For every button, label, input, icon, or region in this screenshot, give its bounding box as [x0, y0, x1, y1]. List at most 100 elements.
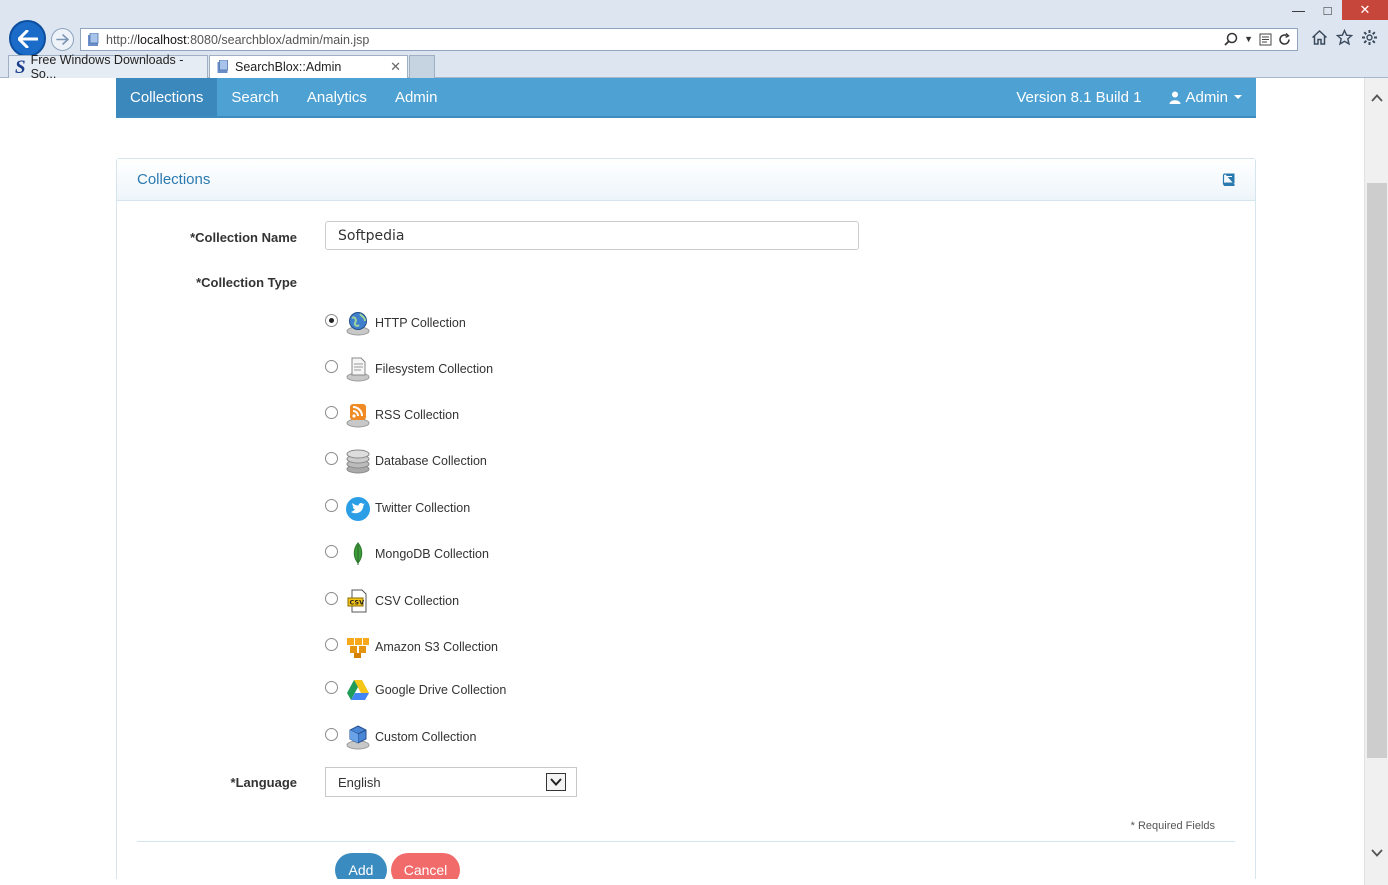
radio-button[interactable] — [325, 637, 338, 651]
collection-name-label: *Collection Name — [190, 230, 297, 245]
caret-down-icon — [1234, 95, 1242, 99]
mongodb-leaf-icon — [345, 541, 371, 567]
minimize-button[interactable]: — — [1284, 0, 1313, 20]
url-prefix: http:// — [106, 32, 138, 47]
radio-button[interactable] — [325, 727, 338, 741]
collection-type-label-text: Google Drive Collection — [375, 683, 507, 697]
new-tab-button[interactable] — [409, 55, 435, 78]
required-fields-note: * Required Fields — [1130, 820, 1215, 832]
radio-button[interactable] — [325, 591, 338, 605]
arrow-left-icon — [17, 29, 38, 48]
browser-tabs: S Free Windows Downloads - So... SearchB… — [8, 53, 436, 81]
radio-button[interactable] — [325, 680, 338, 694]
collection-type-label-text: RSS Collection — [375, 408, 460, 422]
book-icon[interactable] — [1222, 173, 1235, 186]
window-controls: — □ ✕ — [1284, 0, 1388, 22]
nav-search[interactable]: Search — [217, 78, 293, 116]
collection-type-label-text: Twitter Collection — [375, 501, 471, 515]
divider — [137, 841, 1235, 842]
collection-type-label-text: Custom Collection — [375, 730, 477, 744]
chevron-down-icon[interactable] — [546, 773, 566, 791]
close-window-button[interactable]: ✕ — [1342, 0, 1388, 20]
collection-type-label-text: CSV Collection — [375, 594, 460, 608]
user-menu[interactable]: Admin — [1155, 89, 1256, 106]
radio-twitter-collection[interactable]: Twitter Collection — [325, 495, 470, 521]
close-tab-icon[interactable]: ✕ — [390, 59, 401, 75]
collection-type-label-text: Filesystem Collection — [375, 362, 494, 376]
user-icon — [1169, 91, 1181, 104]
scroll-down-arrow-icon[interactable] — [1365, 843, 1388, 863]
compatibility-view-icon[interactable] — [1259, 33, 1272, 46]
browser-chrome: — □ ✕ http://localhost:8080/searchblox/a… — [0, 0, 1388, 81]
language-label: *Language — [230, 775, 297, 790]
page-icon — [217, 60, 228, 73]
nav-analytics[interactable]: Analytics — [293, 78, 381, 116]
radio-button[interactable] — [325, 451, 338, 465]
collection-name-input[interactable]: Softpedia — [325, 221, 859, 250]
radio-rss-collection[interactable]: RSS Collection — [325, 402, 459, 428]
gear-icon[interactable] — [1361, 29, 1378, 46]
arrow-right-icon — [56, 34, 69, 45]
maximize-button[interactable]: □ — [1313, 0, 1342, 20]
back-button[interactable] — [9, 20, 46, 57]
version-text: Version 8.1 Build 1 — [1016, 88, 1142, 106]
nav-admin[interactable]: Admin — [381, 78, 452, 116]
search-icon[interactable] — [1224, 32, 1238, 46]
home-icon[interactable] — [1311, 29, 1328, 46]
collection-type-label-text: MongoDB Collection — [375, 547, 489, 561]
language-select[interactable]: English — [325, 767, 577, 797]
tab-title: SearchBlox::Admin — [235, 60, 342, 74]
top-navbar: Collections Search Analytics Admin Versi… — [116, 78, 1256, 118]
nav-collections[interactable]: Collections — [116, 78, 218, 116]
collection-type-label-text: Database Collection — [375, 454, 487, 468]
cube-icon — [345, 724, 371, 750]
dropdown-arrow-icon[interactable]: ▼ — [1244, 34, 1253, 44]
page-viewport: Collections Search Analytics Admin Versi… — [0, 78, 1364, 879]
vertical-scrollbar[interactable] — [1364, 78, 1388, 885]
document-icon — [345, 356, 371, 382]
radio-button[interactable] — [325, 544, 338, 558]
radio-csv-collection[interactable]: CSV CSV Collection — [325, 588, 459, 614]
forward-button[interactable] — [51, 28, 74, 51]
url-host: localhost — [137, 32, 187, 47]
rss-icon — [345, 402, 371, 428]
add-button[interactable]: Add — [335, 853, 387, 879]
collections-panel: Collections *Collection Name Softpedia *… — [116, 158, 1256, 879]
panel-header: Collections — [117, 159, 1255, 201]
radio-button[interactable] — [325, 313, 338, 327]
radio-filesystem-collection[interactable]: Filesystem Collection — [325, 356, 493, 382]
radio-button[interactable] — [325, 359, 338, 373]
amazon-s3-icon — [345, 634, 371, 660]
address-tools: ▼ — [1224, 32, 1291, 46]
refresh-icon[interactable] — [1278, 32, 1291, 46]
navbar-right: Version 8.1 Build 1 Admin — [1002, 89, 1256, 106]
radio-mongodb-collection[interactable]: MongoDB Collection — [325, 541, 489, 567]
browser-tab-softpedia[interactable]: S Free Windows Downloads - So... — [8, 53, 208, 81]
cancel-button[interactable]: Cancel — [391, 853, 460, 879]
radio-google-drive-collection[interactable]: Google Drive Collection — [325, 677, 506, 703]
url-path: :8080/searchblox/admin/main.jsp — [186, 32, 370, 47]
collection-type-label-text: Amazon S3 Collection — [375, 640, 498, 654]
favorites-star-icon[interactable] — [1336, 29, 1353, 46]
radio-custom-collection[interactable]: Custom Collection — [325, 724, 476, 750]
address-bar[interactable]: http://localhost:8080/searchblox/admin/m… — [80, 28, 1298, 51]
scrollbar-thumb[interactable] — [1367, 183, 1387, 758]
radio-database-collection[interactable]: Database Collection — [325, 448, 487, 474]
radio-http-collection[interactable]: HTTP Collection — [325, 310, 466, 336]
database-icon — [345, 448, 371, 474]
globe-icon — [345, 310, 371, 336]
scroll-up-arrow-icon[interactable] — [1365, 88, 1388, 108]
radio-button[interactable] — [325, 405, 338, 419]
tab-title: Free Windows Downloads - So... — [30, 53, 184, 81]
panel-title: Collections — [137, 171, 211, 188]
page-icon — [88, 32, 99, 46]
browser-tab-searchblox[interactable]: SearchBlox::Admin ✕ — [209, 55, 408, 78]
radio-amazon-s3-collection[interactable]: Amazon S3 Collection — [325, 634, 498, 660]
url-text: http://localhost:8080/searchblox/admin/m… — [106, 33, 369, 47]
svg-text:CSV: CSV — [350, 599, 365, 607]
softpedia-logo-icon: S — [15, 56, 26, 78]
radio-button[interactable] — [325, 498, 338, 512]
collection-type-label-text: HTTP Collection — [375, 316, 466, 330]
browser-toolbar-icons — [1311, 29, 1378, 46]
csv-file-icon: CSV — [345, 588, 371, 614]
